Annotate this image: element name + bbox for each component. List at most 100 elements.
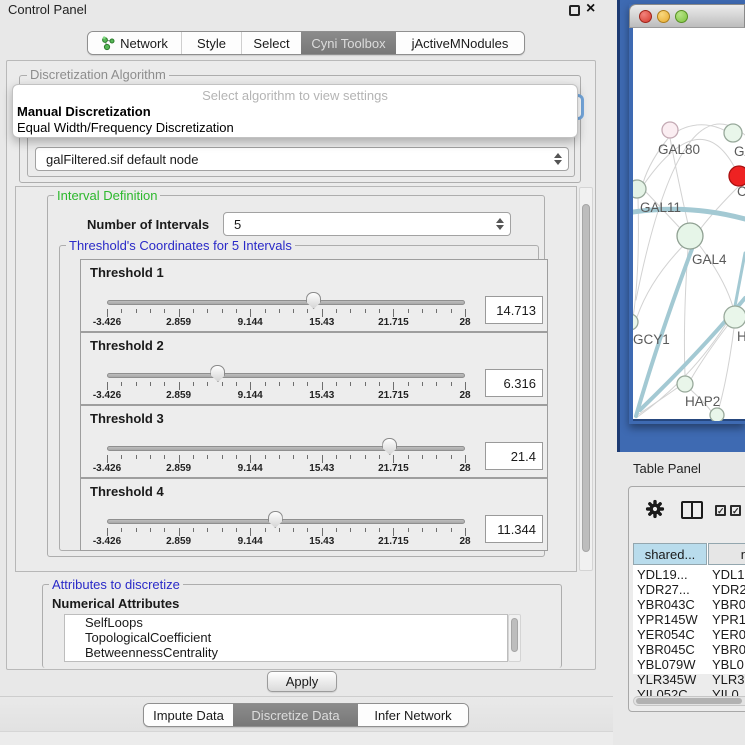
network-node-label: GA [734, 144, 745, 159]
network-node-label: H [737, 329, 745, 344]
network-canvas[interactable]: GAL80GACGAL11GAL4GCY1HHAP2 [633, 28, 745, 421]
threshold-slider-thumb[interactable] [306, 292, 321, 309]
table-cell[interactable]: YBL079W [637, 657, 711, 672]
algorithm-option-manual[interactable]: Manual Discretization [17, 104, 575, 119]
slider-tick-labels: -3.4262.8599.14415.4321.71528 [107, 390, 465, 402]
table-cell[interactable]: YBR043C [637, 597, 711, 612]
checkbox-icon[interactable] [730, 505, 741, 516]
slider-tick-labels: -3.4262.8599.14415.4321.71528 [107, 536, 465, 548]
gear-icon[interactable] [645, 499, 665, 519]
float-panel-icon[interactable] [569, 5, 580, 16]
control-panel-title: Control Panel [8, 2, 87, 17]
threshold-slider-track[interactable] [107, 300, 465, 305]
tab-label: Discretize Data [251, 708, 339, 723]
algorithm-option-equal-width[interactable]: Equal Width/Frequency Discretization [17, 120, 575, 135]
thresholds-group-label: Threshold's Coordinates for 5 Intervals [66, 238, 295, 253]
south-toolbar-lower [0, 731, 613, 745]
threshold-label: Threshold 3 [90, 411, 164, 426]
network-window-titlebar[interactable] [629, 4, 745, 28]
table-cell[interactable]: YBR0 [712, 642, 745, 657]
threshold-value-field[interactable]: 11.344 [485, 515, 543, 543]
main-vertical-scrollbar[interactable] [579, 187, 593, 571]
threshold-value-field[interactable]: 6.316 [485, 369, 543, 397]
tab-infer-network[interactable]: Infer Network [358, 704, 468, 726]
algorithm-dropdown-popup: Select algorithm to view settings Manual… [12, 84, 578, 138]
attribute-list-item[interactable]: SelfLoops [65, 615, 507, 630]
threshold-slider-thumb[interactable] [268, 511, 283, 528]
close-panel-icon[interactable]: × [586, 0, 595, 18]
control-panel-tabs: Network Style SelectCyni ToolboxjActiveMNo… [87, 31, 525, 55]
discretization-algorithm-label: Discretization Algorithm [27, 67, 169, 82]
table-cell[interactable]: YBL0 [712, 657, 745, 672]
network-node[interactable] [729, 166, 745, 186]
threshold-slider-track[interactable] [107, 373, 465, 378]
attribute-list-item[interactable]: BetweennessCentrality [65, 645, 507, 660]
table-cell[interactable]: YLR345W [637, 672, 711, 687]
threshold-value-field[interactable]: 21.4 [485, 442, 543, 470]
window-close-icon[interactable] [639, 10, 652, 23]
interval-scroll-pane: Interval Definition Number of Intervals … [15, 186, 577, 572]
slider-tick-labels: -3.4262.8599.14415.4321.71528 [107, 317, 465, 329]
network-graph: GAL80GACGAL11GAL4GCY1HHAP2 [633, 28, 745, 421]
table-cell[interactable]: YER054C [637, 627, 711, 642]
tab-label: Style [197, 36, 226, 51]
tab-discretize-data[interactable]: Discretize Data [233, 704, 358, 726]
tab-jactivemnodules[interactable]: jActiveMNodules [396, 32, 524, 54]
table-cell[interactable]: YLR3 [712, 672, 745, 687]
table-data-combo[interactable]: galFiltered.sif default node [35, 147, 569, 171]
interval-definition-label: Interval Definition [54, 188, 160, 203]
network-node[interactable] [677, 223, 703, 249]
threshold-slider-thumb[interactable] [382, 438, 397, 455]
network-node[interactable] [724, 306, 745, 328]
table-cell[interactable]: YPR145W [637, 612, 711, 627]
checkbox-icon[interactable] [715, 505, 726, 516]
threshold-panel-1: Threshold 1-3.4262.8599.14415.4321.71528… [80, 259, 548, 332]
stepper-icon [554, 153, 562, 165]
apply-button[interactable]: Apply [267, 671, 337, 692]
threshold-slider-track[interactable] [107, 519, 465, 524]
table-cell[interactable]: YDR27... [637, 582, 711, 597]
attributes-scrollbar[interactable] [508, 614, 521, 662]
table-horizontal-scrollbar[interactable] [633, 696, 745, 706]
table-column-header[interactable]: shared... [633, 543, 707, 565]
algorithm-prompt: Select algorithm to view settings [13, 88, 577, 103]
attribute-list-item[interactable]: TopologicalCoefficient [65, 630, 507, 645]
threshold-panel-2: Threshold 2-3.4262.8599.14415.4321.71528… [80, 332, 548, 405]
network-node[interactable] [677, 376, 693, 392]
network-node[interactable] [710, 408, 724, 421]
tab-select[interactable]: Select [241, 32, 301, 54]
tab-network[interactable]: Network [88, 32, 181, 54]
tab-cyni-toolbox[interactable]: Cyni Toolbox [301, 32, 396, 54]
tab-style[interactable]: Style [181, 32, 241, 54]
scrollbar-thumb[interactable] [511, 618, 518, 652]
threshold-slider-thumb[interactable] [210, 365, 225, 382]
threshold-label: Threshold 4 [90, 484, 164, 499]
table-cell[interactable]: YDL1 [712, 567, 745, 582]
network-node-label: GAL80 [658, 142, 700, 157]
network-node-label: GCY1 [633, 332, 670, 347]
threshold-value-field[interactable]: 14.713 [485, 296, 543, 324]
network-node[interactable] [724, 124, 742, 142]
table-cell[interactable]: YDL19... [637, 567, 711, 582]
threshold-slider-track[interactable] [107, 446, 465, 451]
stepper-icon [496, 218, 504, 230]
scrollbar-thumb[interactable] [582, 204, 590, 552]
table-cell[interactable]: YDR2 [712, 582, 745, 597]
table-cell[interactable]: YBR045C [637, 642, 711, 657]
scrollbar-thumb[interactable] [636, 698, 742, 704]
tab-impute-data[interactable]: Impute Data [144, 704, 233, 726]
split-columns-icon[interactable] [681, 501, 703, 519]
window-minimize-icon[interactable] [657, 10, 670, 23]
table-cell[interactable]: YER0 [712, 627, 745, 642]
network-node-label: GAL11 [640, 200, 681, 215]
network-node[interactable] [633, 180, 646, 198]
network-node[interactable] [662, 122, 678, 138]
network-node-label: C [737, 184, 745, 199]
table-cell[interactable]: YPR1 [712, 612, 745, 627]
attributes-group-label: Attributes to discretize [49, 577, 183, 592]
table-panel-toolbar [629, 487, 745, 537]
table-cell[interactable]: YBR0 [712, 597, 745, 612]
window-zoom-icon[interactable] [675, 10, 688, 23]
number-of-intervals-combo[interactable]: 5 [223, 212, 511, 236]
table-column-header[interactable]: na [708, 543, 745, 565]
